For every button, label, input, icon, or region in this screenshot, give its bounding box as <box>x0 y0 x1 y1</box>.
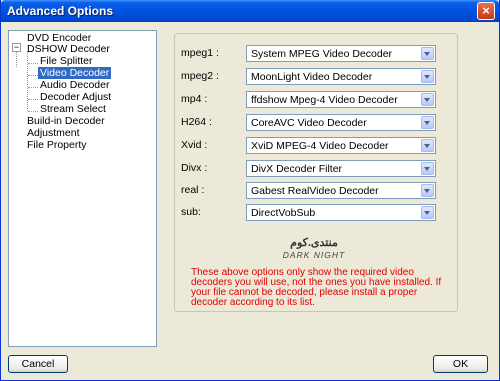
advanced-options-window: Advanced Options × DVD Encoder − DSHOW D… <box>0 0 500 381</box>
tree-item-adjustment[interactable]: Adjustment <box>25 127 82 139</box>
collapse-icon[interactable]: − <box>12 43 21 52</box>
tree-connector <box>28 63 38 64</box>
label-divx: Divx : <box>181 162 208 174</box>
xvid-decoder-select[interactable]: XviD MPEG-4 Video Decoder <box>246 137 436 154</box>
tree-connector <box>28 99 38 100</box>
tree-item-audio-decoder[interactable]: Audio Decoder <box>38 79 111 91</box>
tree-item-decoder-adjust[interactable]: Decoder Adjust <box>38 91 113 103</box>
chevron-down-icon[interactable] <box>421 206 434 219</box>
label-mp4: mp4 : <box>181 93 208 105</box>
chevron-down-icon[interactable] <box>421 93 434 106</box>
decoder-notice: These above options only show the requir… <box>191 267 442 308</box>
ok-button[interactable]: OK <box>433 355 488 373</box>
tree-item-stream-select[interactable]: Stream Select <box>38 103 108 115</box>
select-value: ffdshow Mpeg-4 Video Decoder <box>251 94 398 106</box>
select-value: Gabest RealVideo Decoder <box>251 185 379 197</box>
mpeg2-decoder-select[interactable]: MoonLight Video Decoder <box>246 68 436 85</box>
chevron-down-icon[interactable] <box>421 162 434 175</box>
select-value: DirectVobSub <box>251 207 316 219</box>
logo-arabic-text: منتدى.كوم <box>290 237 338 249</box>
sub-decoder-select[interactable]: DirectVobSub <box>246 204 436 221</box>
close-button[interactable]: × <box>477 2 495 20</box>
tree-item-build-in-decoder[interactable]: Build-in Decoder <box>25 115 107 127</box>
logo-latin-text: DARK NIGHT <box>282 250 346 260</box>
tree-connector <box>27 51 28 111</box>
tree-item-file-splitter[interactable]: File Splitter <box>38 55 95 67</box>
title-bar[interactable]: Advanced Options × <box>1 0 499 22</box>
select-value: XviD MPEG-4 Video Decoder <box>251 140 389 152</box>
select-value: System MPEG Video Decoder <box>251 48 393 60</box>
label-mpeg1: mpeg1 : <box>181 47 219 59</box>
tree-item-file-property[interactable]: File Property <box>25 139 89 151</box>
chevron-down-icon[interactable] <box>421 139 434 152</box>
label-xvid: Xvid : <box>181 139 208 151</box>
tree-item-dshow-decoder[interactable]: DSHOW Decoder <box>25 43 112 55</box>
label-mpeg2: mpeg2 : <box>181 70 219 82</box>
chevron-down-icon[interactable] <box>421 47 434 60</box>
close-icon: × <box>482 3 490 18</box>
label-h264: H264 : <box>181 116 212 128</box>
window-title: Advanced Options <box>7 4 114 18</box>
select-value: CoreAVC Video Decoder <box>251 117 367 129</box>
chevron-down-icon[interactable] <box>421 70 434 83</box>
h264-decoder-select[interactable]: CoreAVC Video Decoder <box>246 114 436 131</box>
real-decoder-select[interactable]: Gabest RealVideo Decoder <box>246 182 436 199</box>
label-real: real : <box>181 184 205 196</box>
label-sub: sub: <box>181 206 201 218</box>
tree-item-video-decoder[interactable]: Video Decoder <box>38 67 112 79</box>
mpeg1-decoder-select[interactable]: System MPEG Video Decoder <box>246 45 436 62</box>
select-value: DivX Decoder Filter <box>251 163 343 175</box>
tree-connector <box>28 111 38 112</box>
cancel-button[interactable]: Cancel <box>8 355 68 373</box>
tree-connector <box>16 50 17 67</box>
mp4-decoder-select[interactable]: ffdshow Mpeg-4 Video Decoder <box>246 91 436 108</box>
select-value: MoonLight Video Decoder <box>251 71 373 83</box>
watermark-logo: منتدى.كوم DARK NIGHT <box>279 236 349 262</box>
chevron-down-icon[interactable] <box>421 184 434 197</box>
divx-decoder-select[interactable]: DivX Decoder Filter <box>246 160 436 177</box>
tree-connector <box>28 75 38 76</box>
chevron-down-icon[interactable] <box>421 116 434 129</box>
options-tree: DVD Encoder − DSHOW Decoder File Splitte… <box>8 30 157 347</box>
tree-connector <box>28 87 38 88</box>
